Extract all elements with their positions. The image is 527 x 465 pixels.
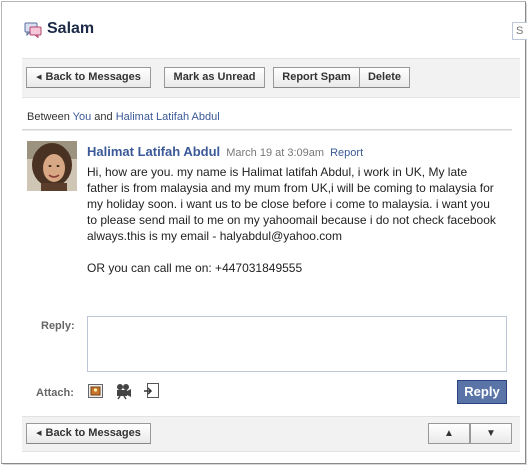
participants-prefix: Between bbox=[27, 111, 70, 123]
video-attach-icon[interactable] bbox=[114, 382, 132, 400]
delete-label: Delete bbox=[367, 71, 402, 83]
back-to-messages-label: Back to Messages bbox=[45, 71, 141, 83]
delete-button[interactable]: Delete bbox=[359, 67, 410, 88]
reply-label: Reply: bbox=[41, 320, 75, 332]
back-to-messages-button[interactable]: ◀ Back to Messages bbox=[26, 67, 151, 88]
next-message-button[interactable]: ▼ bbox=[470, 423, 512, 444]
up-arrow-icon: ▲ bbox=[444, 428, 454, 439]
mark-as-unread-button[interactable]: Mark as Unread bbox=[164, 67, 265, 88]
message-timestamp: March 19 at 3:09am bbox=[226, 147, 325, 159]
attach-label: Attach: bbox=[36, 387, 74, 399]
reply-button[interactable]: Reply bbox=[457, 380, 507, 404]
message-paragraph: OR you can call me on: +447031849555 bbox=[87, 261, 303, 275]
avatar[interactable] bbox=[27, 141, 77, 191]
down-arrow-icon: ▼ bbox=[486, 428, 496, 439]
report-spam-label: Report Spam bbox=[282, 71, 351, 83]
messages-icon bbox=[24, 22, 42, 41]
mark-as-unread-label: Mark as Unread bbox=[173, 71, 256, 83]
participants-line: Between You and Halimat Latifah Abdul bbox=[27, 111, 220, 123]
participant-other-link[interactable]: Halimat Latifah Abdul bbox=[116, 111, 220, 123]
message-body: Hi, how are you. my name is Halimat lati… bbox=[87, 164, 497, 276]
back-arrow-icon: ◀ bbox=[36, 430, 42, 437]
reply-textarea[interactable] bbox=[87, 316, 507, 372]
back-to-messages-button[interactable]: ◀ Back to Messages bbox=[26, 423, 151, 444]
back-arrow-icon: ◀ bbox=[36, 74, 42, 81]
report-spam-button[interactable]: Report Spam bbox=[273, 67, 360, 88]
previous-message-button[interactable]: ▲ bbox=[428, 423, 470, 444]
back-to-messages-label: Back to Messages bbox=[45, 427, 141, 439]
message-paragraph: Hi, how are you. my name is Halimat lati… bbox=[87, 165, 496, 243]
participant-you-link[interactable]: You bbox=[73, 111, 92, 123]
bottom-toolbar: ◀ Back to Messages ▲ ▼ bbox=[22, 416, 520, 452]
divider bbox=[22, 129, 512, 131]
participants-and: and bbox=[94, 111, 113, 123]
message-author-link[interactable]: Halimat Latifah Abdul bbox=[87, 144, 220, 159]
photo-attach-icon[interactable] bbox=[87, 382, 105, 400]
page-title: Salam bbox=[47, 20, 95, 37]
link-attach-icon[interactable] bbox=[143, 382, 161, 400]
message-header: Halimat Latifah Abdul March 19 at 3:09am… bbox=[87, 144, 363, 159]
search-input[interactable] bbox=[512, 22, 527, 40]
report-link[interactable]: Report bbox=[330, 147, 363, 159]
message-toolbar: ◀ Back to Messages Mark as Unread Report … bbox=[22, 58, 520, 98]
